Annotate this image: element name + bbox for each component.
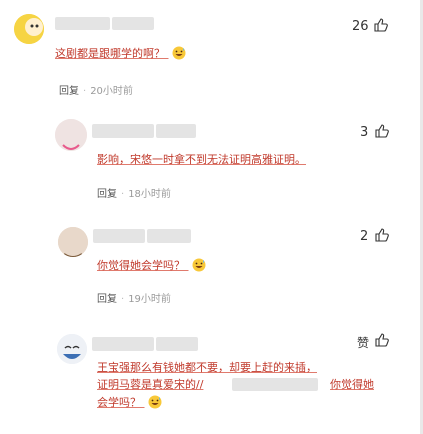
comment-text: 你觉得她会学吗？ <box>97 257 206 274</box>
timestamp: 19小时前 <box>128 294 171 305</box>
username-redacted <box>93 229 145 243</box>
avatar[interactable] <box>57 334 87 364</box>
username-redacted <box>55 17 110 30</box>
comment-item: 26 这剧都是跟哪学的啊？ 回复 · 20小时前 <box>0 0 420 105</box>
avatar[interactable] <box>14 14 44 44</box>
thumbs-up-icon[interactable] <box>375 333 389 347</box>
comment-text-line: 你觉得她 <box>330 378 374 391</box>
reply-link[interactable]: 回复 <box>59 86 79 97</box>
reply-link[interactable]: 回复 <box>97 294 117 305</box>
like-count: 2 <box>360 229 369 244</box>
comment-meta: 回复 · 18小时前 <box>97 185 171 200</box>
username-redacted <box>92 337 154 351</box>
comment-item: 2 你觉得她会学吗？ 回复 · 19小时前 <box>0 215 420 320</box>
mention-redacted <box>232 378 318 391</box>
sweat-smile-emoji-icon <box>192 258 205 272</box>
comment-meta: 回复 · 20小时前 <box>59 82 133 97</box>
separator-dot: · <box>121 294 125 305</box>
separator-dot: · <box>83 86 87 97</box>
like-count: 26 <box>352 19 369 34</box>
sweat-smile-emoji-icon <box>148 395 161 409</box>
comment-text-line: 证明马蓉是真爱宋的// <box>97 378 204 391</box>
comment-item: 3 影响，宋悠一时拿不到无法证明高雅证明。 回复 · 18小时前 <box>0 105 420 215</box>
avatar[interactable] <box>55 119 87 151</box>
like-count: 3 <box>360 125 369 140</box>
comment-text: 影响，宋悠一时拿不到无法证明高雅证明。 <box>97 153 306 166</box>
comment-item: 赞 王宝强那么有钱她都不要，却要上赶的来插， 证明马蓉是真爱宋的// 你觉得她 … <box>0 320 420 434</box>
reply-link[interactable]: 回复 <box>97 189 117 200</box>
comment-text-line: 王宝强那么有钱她都不要，却要上赶的来插， <box>97 361 317 374</box>
username-redacted <box>156 337 198 351</box>
avatar[interactable] <box>58 227 88 257</box>
username-redacted <box>147 229 191 243</box>
avatar-laughing-icon <box>57 334 87 364</box>
separator-dot: · <box>121 189 125 200</box>
avatar-photo-icon <box>58 227 88 257</box>
timestamp: 18小时前 <box>128 189 171 200</box>
thumbs-up-icon[interactable] <box>375 124 389 138</box>
comment-text-line: 会学吗？ <box>97 394 162 411</box>
comment-meta: 回复 · 19小时前 <box>97 290 171 305</box>
avatar-cartoon-icon <box>14 14 44 44</box>
timestamp: 20小时前 <box>90 86 133 97</box>
avatar-photo-icon <box>55 119 87 151</box>
like-label: 赞 <box>357 336 370 350</box>
sweat-smile-emoji-icon <box>172 46 185 60</box>
comment-text: 这剧都是跟哪学的啊？ <box>55 45 186 62</box>
username-redacted <box>92 124 154 138</box>
username-redacted <box>156 124 196 138</box>
username-redacted <box>112 17 154 30</box>
thumbs-up-icon[interactable] <box>374 18 388 32</box>
thumbs-up-icon[interactable] <box>375 228 389 242</box>
